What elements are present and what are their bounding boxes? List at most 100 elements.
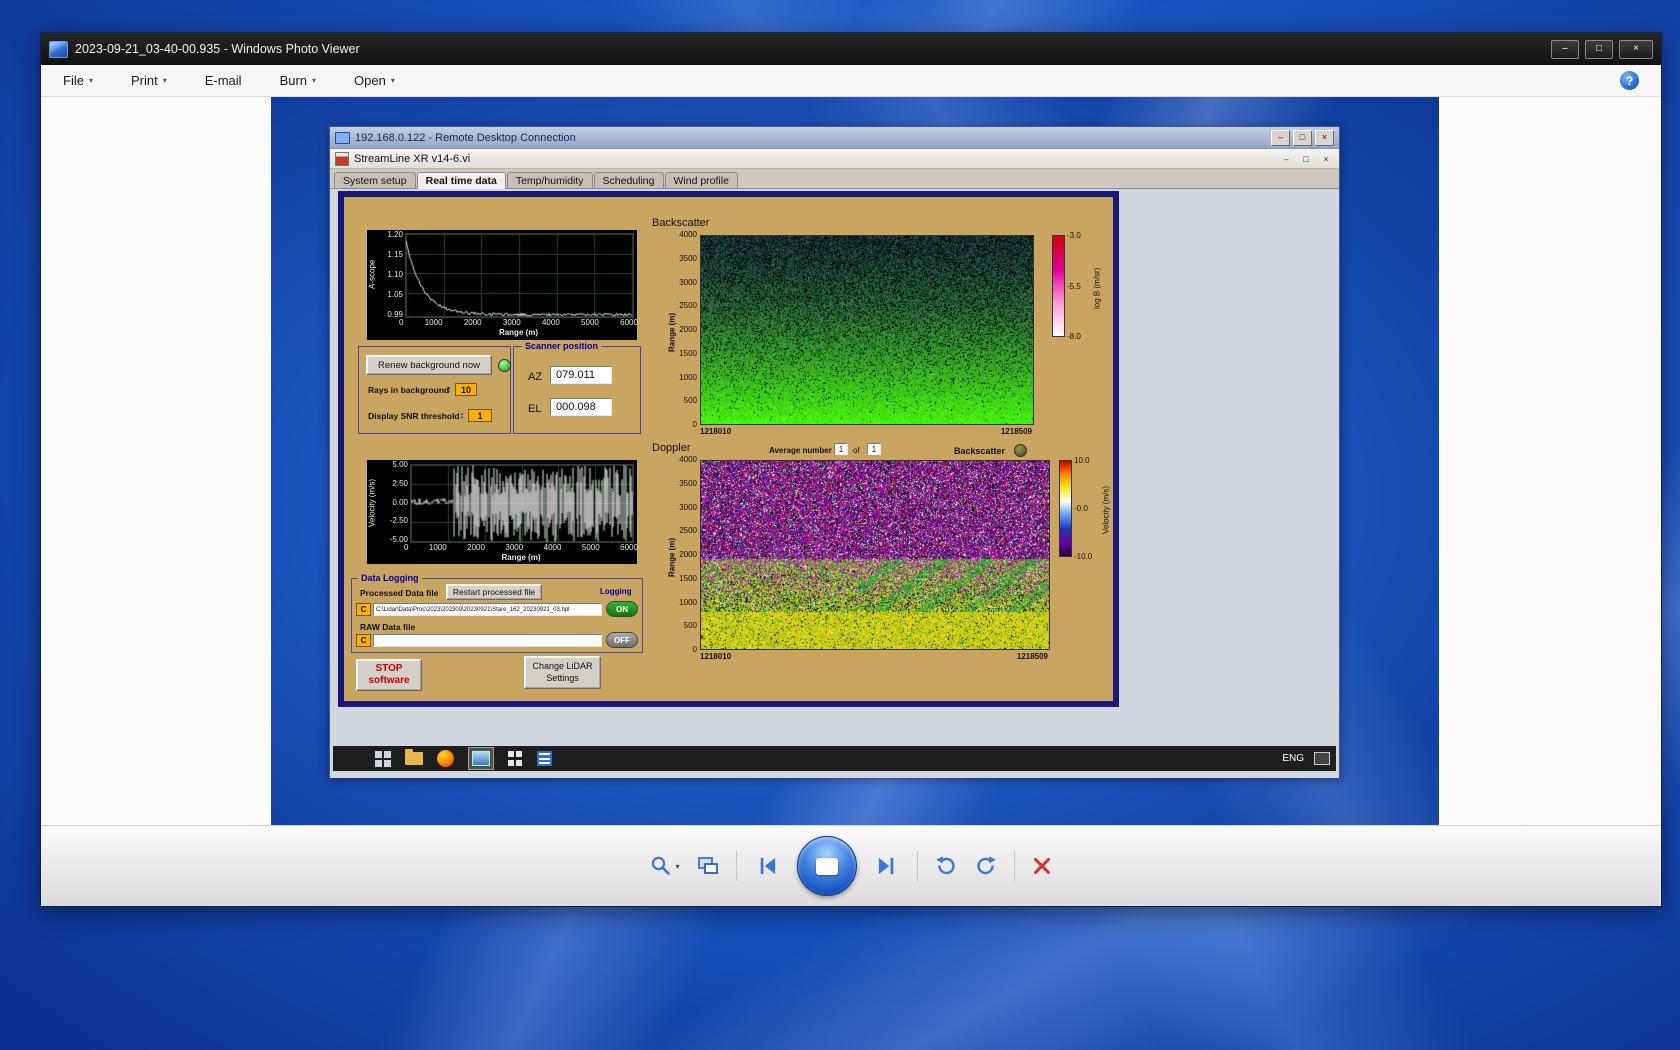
app-minimize-button[interactable]: – xyxy=(1278,154,1294,164)
el-value-field[interactable]: 000.098 xyxy=(550,398,612,416)
scanner-position-title: Scanner position xyxy=(522,341,601,351)
rdp-close-button[interactable]: × xyxy=(1315,130,1334,146)
a-scope-plot xyxy=(405,233,634,318)
raw-data-file-label: RAW Data file xyxy=(360,622,415,632)
file-explorer-icon[interactable] xyxy=(405,752,423,765)
y-tick-label: 0.00 xyxy=(392,498,408,507)
help-icon[interactable]: ? xyxy=(1620,71,1639,90)
next-button[interactable] xyxy=(873,853,901,879)
x-tick-label: 4000 xyxy=(544,543,562,552)
minimize-button[interactable]: – xyxy=(1551,40,1579,59)
previous-button[interactable] xyxy=(753,853,781,879)
close-button[interactable]: × xyxy=(1619,40,1653,59)
app-grid-icon[interactable] xyxy=(508,751,523,766)
az-label: AZ xyxy=(528,371,542,383)
toolbar-separator xyxy=(917,851,918,881)
toolbar-separator xyxy=(1014,851,1015,881)
active-app-icon[interactable] xyxy=(468,747,494,770)
y-tick-label: -2.50 xyxy=(390,516,408,525)
y-tick-label: 1.10 xyxy=(387,270,403,279)
rdp-titlebar: 192.168.0.122 - Remote Desktop Connectio… xyxy=(330,127,1339,149)
y-tick-label: 1000 xyxy=(679,598,697,607)
processed-drive-selector[interactable]: C xyxy=(356,603,371,616)
x-tick-label: 5000 xyxy=(581,318,599,327)
menu-print[interactable]: Print ▾ xyxy=(131,73,167,88)
y-tick-label: 2.50 xyxy=(392,479,408,488)
app-close-button[interactable]: × xyxy=(1318,154,1334,164)
display-size-icon xyxy=(696,854,720,878)
y-tick-label: 3000 xyxy=(679,503,697,512)
backscatter-colorbar xyxy=(1052,235,1065,337)
firefox-icon[interactable] xyxy=(437,750,454,767)
x-tick-label: 2000 xyxy=(467,543,485,552)
rdp-window: 192.168.0.122 - Remote Desktop Connectio… xyxy=(329,126,1340,776)
backscatter-toggle-led[interactable] xyxy=(1014,444,1027,457)
rdp-title: 192.168.0.122 - Remote Desktop Connectio… xyxy=(355,132,1268,144)
stop-button-line1: STOP xyxy=(375,663,402,675)
tab-temp-humidity[interactable]: Temp/humidity xyxy=(507,172,593,188)
x-tick-label: 6000 xyxy=(620,318,638,327)
document-app-icon[interactable] xyxy=(537,751,552,766)
y-tick-label: 0 xyxy=(693,645,697,654)
menu-email-label: E-mail xyxy=(205,73,242,88)
menu-email[interactable]: E-mail xyxy=(205,73,242,88)
az-value-field[interactable]: 079.011 xyxy=(550,366,612,384)
processed-path-field[interactable]: C:\Lidar\Data\Proc\2023\202309\20230921\… xyxy=(373,603,602,616)
backscatter-toggle-label: Backscatter xyxy=(954,446,1005,456)
display-size-button[interactable] xyxy=(696,854,720,878)
main-panel: A-scope 1.201.151.101.050.99 01000200030… xyxy=(344,197,1113,701)
raw-path-field[interactable] xyxy=(373,634,602,647)
snr-threshold-label: Display SNR threshold xyxy=(368,411,460,421)
rays-value-field[interactable]: 10 xyxy=(455,383,477,396)
raw-drive-selector[interactable]: C xyxy=(356,634,371,647)
colorbar-tick-label: 10.0 xyxy=(1074,456,1090,465)
velocity-y-ticks: 5.002.500.00-2.50-5.00 xyxy=(377,460,408,544)
zoom-button[interactable]: ▾ xyxy=(649,854,679,878)
maximize-button[interactable]: □ xyxy=(1585,40,1613,59)
processed-logging-toggle[interactable]: ON xyxy=(606,601,638,617)
delete-icon xyxy=(1031,855,1053,877)
change-lidar-settings-button[interactable]: Change LiDAR Settings xyxy=(524,656,601,689)
tab-system-setup[interactable]: System setup xyxy=(334,172,416,188)
previous-icon xyxy=(753,853,781,879)
a-scope-y-ticks: 1.201.151.101.050.99 xyxy=(375,230,403,319)
snr-value-field[interactable]: 1 xyxy=(468,409,492,422)
rotate-counterclockwise-button[interactable] xyxy=(934,854,958,878)
tab-scheduling[interactable]: Scheduling xyxy=(594,172,664,188)
start-icon[interactable] xyxy=(375,751,391,767)
average-total-field[interactable]: 1 xyxy=(867,443,881,455)
backscatter-y-ticks: 40003500300025002000150010005000 xyxy=(674,230,697,429)
tab-real-time-data[interactable]: Real time data xyxy=(417,172,506,189)
display-tray-icon[interactable] xyxy=(1314,752,1330,765)
average-number-field[interactable]: 1 xyxy=(834,443,848,455)
rotate-cw-icon xyxy=(974,854,998,878)
y-tick-label: 500 xyxy=(684,396,697,405)
chevron-down-icon: ▾ xyxy=(163,76,167,85)
data-logging-title: Data Logging xyxy=(358,573,422,583)
menu-file[interactable]: File ▾ xyxy=(63,73,93,88)
snr-stepper[interactable]: ▲▼ xyxy=(460,409,464,422)
app-restore-button[interactable]: □ xyxy=(1298,154,1314,164)
processed-data-file-label: Processed Data file xyxy=(360,588,438,598)
backscatter-x-end-label: 1218509 xyxy=(972,427,1032,436)
stop-software-button[interactable]: STOP software xyxy=(356,659,422,691)
raw-logging-toggle[interactable]: OFF xyxy=(606,632,638,648)
rdp-maximize-button[interactable]: □ xyxy=(1293,130,1312,146)
renew-background-button[interactable]: Renew background now xyxy=(366,355,492,375)
restart-processed-file-button[interactable]: Restart processed file xyxy=(446,584,542,600)
rdp-minimize-button[interactable]: – xyxy=(1271,130,1290,146)
menu-burn[interactable]: Burn ▾ xyxy=(280,73,316,88)
y-tick-label: 1.20 xyxy=(387,230,403,239)
menu-open[interactable]: Open ▾ xyxy=(354,73,395,88)
rays-stepper[interactable]: ▲▼ xyxy=(447,383,451,396)
menu-print-label: Print xyxy=(131,73,158,88)
tab-wind-profile[interactable]: Wind profile xyxy=(665,172,738,188)
logging-label: Logging xyxy=(600,587,632,596)
language-indicator[interactable]: ENG xyxy=(1282,753,1304,764)
doppler-plot xyxy=(700,460,1050,650)
play-slideshow-button[interactable] xyxy=(797,836,857,896)
doppler-x-start-label: 1218010 xyxy=(700,652,731,661)
rotate-clockwise-button[interactable] xyxy=(974,854,998,878)
x-tick-label: 3000 xyxy=(505,543,523,552)
delete-button[interactable] xyxy=(1031,855,1053,877)
